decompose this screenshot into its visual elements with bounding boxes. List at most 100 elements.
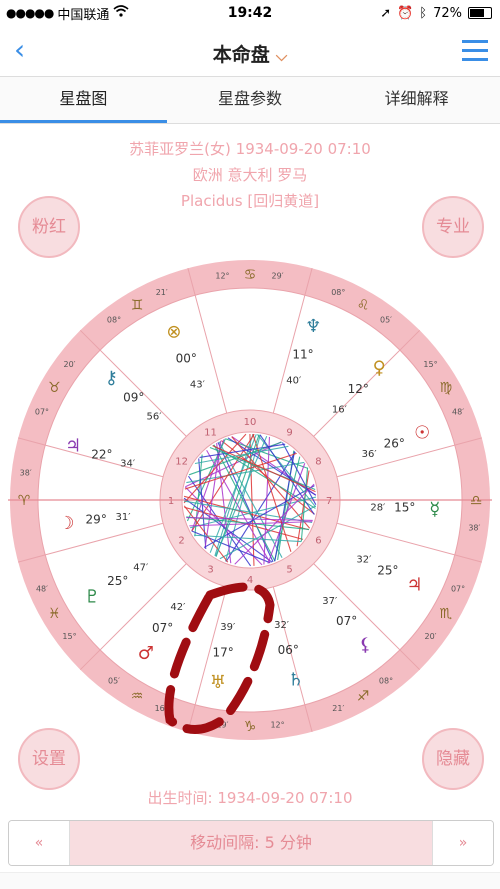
planet-minute: 56′ — [147, 411, 163, 422]
house-number: 3 — [207, 564, 213, 575]
cusp-sign-glyph: ♎ — [470, 493, 483, 509]
cusp-degree: 15° — [62, 632, 76, 641]
step-interval[interactable]: 移动间隔: 5 分钟 — [69, 821, 433, 865]
planet-glyph: ♅ — [210, 672, 226, 693]
cusp-minute: 38′ — [468, 524, 480, 533]
pink-theme-button[interactable]: 粉红 — [18, 196, 80, 258]
planet-degree: 25° — [107, 574, 128, 588]
planet-minute: 42′ — [170, 602, 186, 613]
tab-explanation[interactable]: 详细解释 — [333, 77, 500, 123]
cusp-minute: 20′ — [64, 360, 76, 369]
tab-bar: 星盘图 星盘参数 详细解释 — [0, 76, 500, 124]
planet-degree: 22° — [91, 447, 112, 461]
planet-degree: 11° — [292, 347, 313, 361]
cusp-sign-glyph: ♈ — [18, 493, 31, 509]
planet-glyph: ♄ — [288, 669, 304, 690]
cusp-degree: 07° — [451, 584, 465, 593]
house-number: 7 — [326, 496, 332, 507]
planet-minute: 40′ — [286, 376, 302, 387]
hide-button[interactable]: 隐藏 — [422, 728, 484, 790]
tab-chart[interactable]: 星盘图 — [0, 77, 167, 123]
cusp-sign-glyph: ♉ — [48, 380, 61, 396]
house-number: 11 — [204, 428, 217, 439]
step-back-button[interactable]: « — [9, 821, 69, 865]
cusp-degree: 15° — [423, 360, 437, 369]
person-info: 苏菲亚罗兰(女) 1934-09-20 07:10 — [129, 140, 371, 158]
house-number: 1 — [168, 496, 174, 507]
planet-degree: 29° — [86, 512, 107, 526]
cusp-degree: 08° — [107, 316, 121, 325]
house-number: 12 — [175, 457, 188, 468]
planet-degree: 25° — [377, 564, 398, 578]
battery-percent: 72% — [433, 5, 462, 21]
cusp-minute: 05′ — [108, 676, 120, 685]
cusp-minute: 38′ — [20, 468, 32, 477]
house-number: 2 — [178, 536, 184, 547]
step-forward-button[interactable]: » — [433, 821, 493, 865]
cusp-sign-glyph: ♓ — [48, 606, 61, 622]
tab-parameters[interactable]: 星盘参数 — [167, 77, 334, 123]
planet-minute: 43′ — [190, 379, 206, 390]
cusp-sign-glyph: ♋ — [244, 267, 257, 283]
house-system: Placidus [回归黄道] — [180, 192, 320, 210]
status-bar: ●●●●● 中国联通 19:42 ➚ ⏰ ᛒ 72% — [0, 0, 500, 26]
cusp-sign-glyph: ♌ — [357, 297, 370, 313]
planet-glyph: ☉ — [414, 422, 430, 443]
planet-glyph: ♂ — [138, 643, 154, 664]
planet-degree: 09° — [123, 390, 144, 404]
planet-glyph: ♀ — [373, 358, 386, 379]
alarm-icon: ⏰ — [397, 5, 414, 21]
cusp-sign-glyph: ♊ — [131, 297, 144, 313]
cusp-minute: 48′ — [452, 408, 464, 417]
planet-degree: 12° — [348, 382, 369, 396]
page-title[interactable]: 本命盘 ⌵ — [0, 40, 500, 67]
cusp-degree: 12° — [215, 272, 229, 281]
planet-degree: 06° — [278, 643, 299, 657]
planet-glyph: ♃ — [65, 435, 81, 456]
pro-button[interactable]: 专业 — [422, 196, 484, 258]
planet-minute: 16′ — [332, 404, 348, 415]
cusp-degree: 08° — [331, 288, 345, 297]
planet-degree: 07° — [152, 621, 173, 635]
cusp-sign-glyph: ♒ — [131, 689, 144, 705]
cusp-sign-glyph: ♍ — [439, 380, 452, 396]
cusp-sign-glyph: ♏ — [439, 606, 452, 622]
planet-glyph: ♇ — [84, 586, 100, 607]
cusp-sign-glyph: ♑ — [244, 719, 257, 735]
wifi-icon — [113, 5, 129, 21]
cusp-minute: 21′ — [156, 288, 168, 297]
time-stepper: « 移动间隔: 5 分钟 » — [8, 820, 494, 866]
cusp-degree: 07° — [35, 408, 49, 417]
planet-glyph: ⚸ — [359, 635, 372, 656]
house-number: 4 — [247, 575, 253, 586]
cusp-degree: 08° — [379, 676, 393, 685]
planet-glyph: ♃ — [407, 574, 423, 595]
chevron-down-icon: ⌵ — [275, 47, 288, 65]
house-number: 6 — [315, 536, 321, 547]
planet-minute: 28′ — [370, 502, 386, 513]
planet-minute: 34′ — [120, 458, 136, 469]
cusp-minute: 29′ — [272, 272, 284, 281]
nav-bar: ‹ 本命盘 ⌵ — [0, 26, 500, 76]
planet-minute: 37′ — [322, 596, 338, 607]
house-number: 10 — [244, 417, 257, 428]
house-number: 9 — [286, 428, 292, 439]
planet-glyph: ⚷ — [105, 368, 118, 389]
title-text: 本命盘 — [212, 44, 270, 66]
planet-degree: 15° — [394, 501, 415, 515]
location-info: 欧洲 意大利 罗马 — [192, 166, 308, 184]
cusp-degree: 12° — [270, 720, 284, 729]
planet-minute: 47′ — [133, 563, 149, 574]
planet-minute: 31′ — [115, 512, 131, 523]
house-number: 8 — [315, 457, 321, 468]
battery-icon — [468, 7, 492, 19]
settings-button[interactable]: 设置 — [18, 728, 80, 790]
cusp-sign-glyph: ♐ — [357, 689, 370, 705]
natal-chart: 9 8 7 6 5 4 3 2 1 12 11 10 ♋ 12° 29′ ♌ 08° 05′ ♍ 15° 48′ ♎ 38′… — [0, 250, 500, 750]
planet-glyph: ♆ — [305, 316, 321, 337]
planet-degree: 17° — [212, 646, 233, 660]
cusp-minute: 48′ — [36, 584, 48, 593]
planet-minute: 36′ — [362, 449, 378, 460]
menu-icon[interactable] — [462, 40, 488, 67]
cusp-minute: 05′ — [380, 316, 392, 325]
